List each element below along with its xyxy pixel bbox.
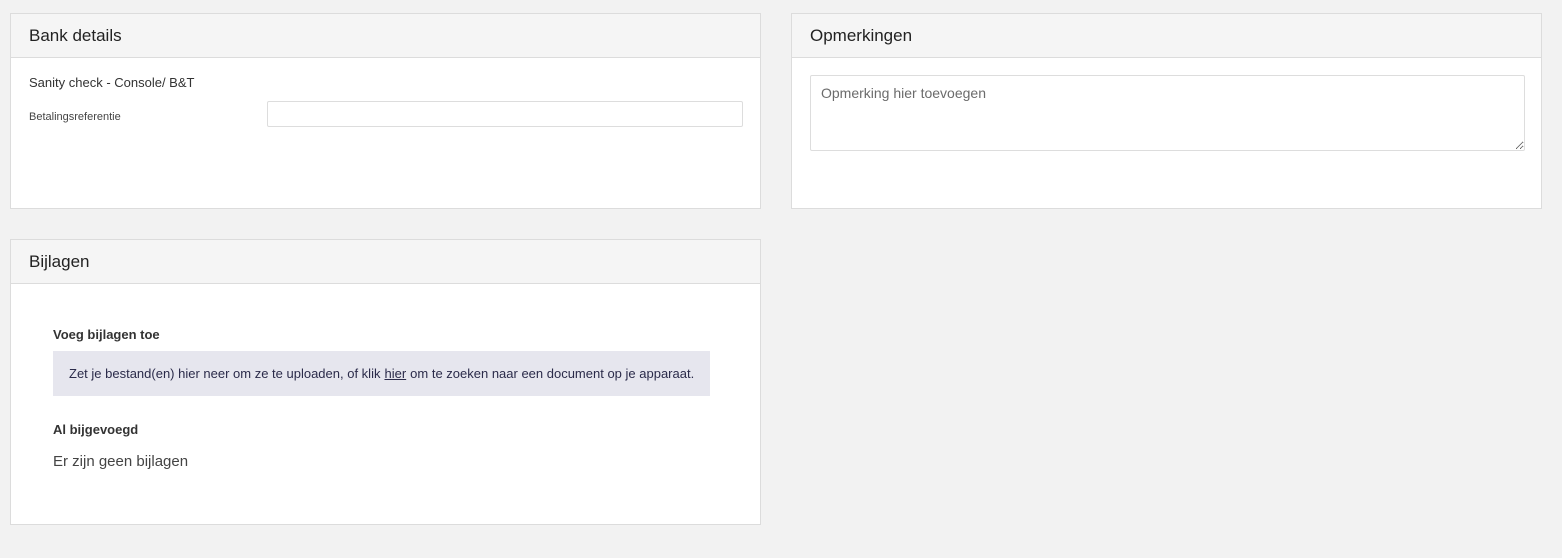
bank-details-title: Bank details <box>29 25 122 45</box>
dropzone-text-before: Zet je bestand(en) hier neer om ze te up… <box>69 366 381 381</box>
already-attached-heading: Al bijgevoegd <box>53 422 139 437</box>
remarks-header: Opmerkingen <box>792 14 1541 58</box>
attachments-dropzone[interactable]: Zet je bestand(en) hier neer om ze te up… <box>53 351 710 396</box>
attachments-title: Bijlagen <box>29 251 90 271</box>
no-attachments-text: Er zijn geen bijlagen <box>53 453 189 470</box>
payment-reference-label: Betalingsreferentie <box>29 111 121 123</box>
attachments-header: Bijlagen <box>11 240 760 284</box>
add-attachments-heading: Voeg bijlagen toe <box>53 327 160 342</box>
payment-reference-input[interactable] <box>267 101 743 127</box>
dropzone-browse-link[interactable]: hier <box>384 366 406 381</box>
bank-details-panel: Bank details Sanity check - Console/ B&T… <box>10 13 761 209</box>
dropzone-text-after: om te zoeken naar een document op je app… <box>410 366 695 381</box>
remarks-textarea[interactable] <box>810 75 1525 151</box>
bank-details-header: Bank details <box>11 14 760 58</box>
remarks-title: Opmerkingen <box>810 25 913 45</box>
attachments-panel: Bijlagen Voeg bijlagen toe Zet je bestan… <box>10 239 761 525</box>
sanity-check-text: Sanity check - Console/ B&T <box>29 75 195 90</box>
remarks-panel: Opmerkingen <box>791 13 1542 209</box>
